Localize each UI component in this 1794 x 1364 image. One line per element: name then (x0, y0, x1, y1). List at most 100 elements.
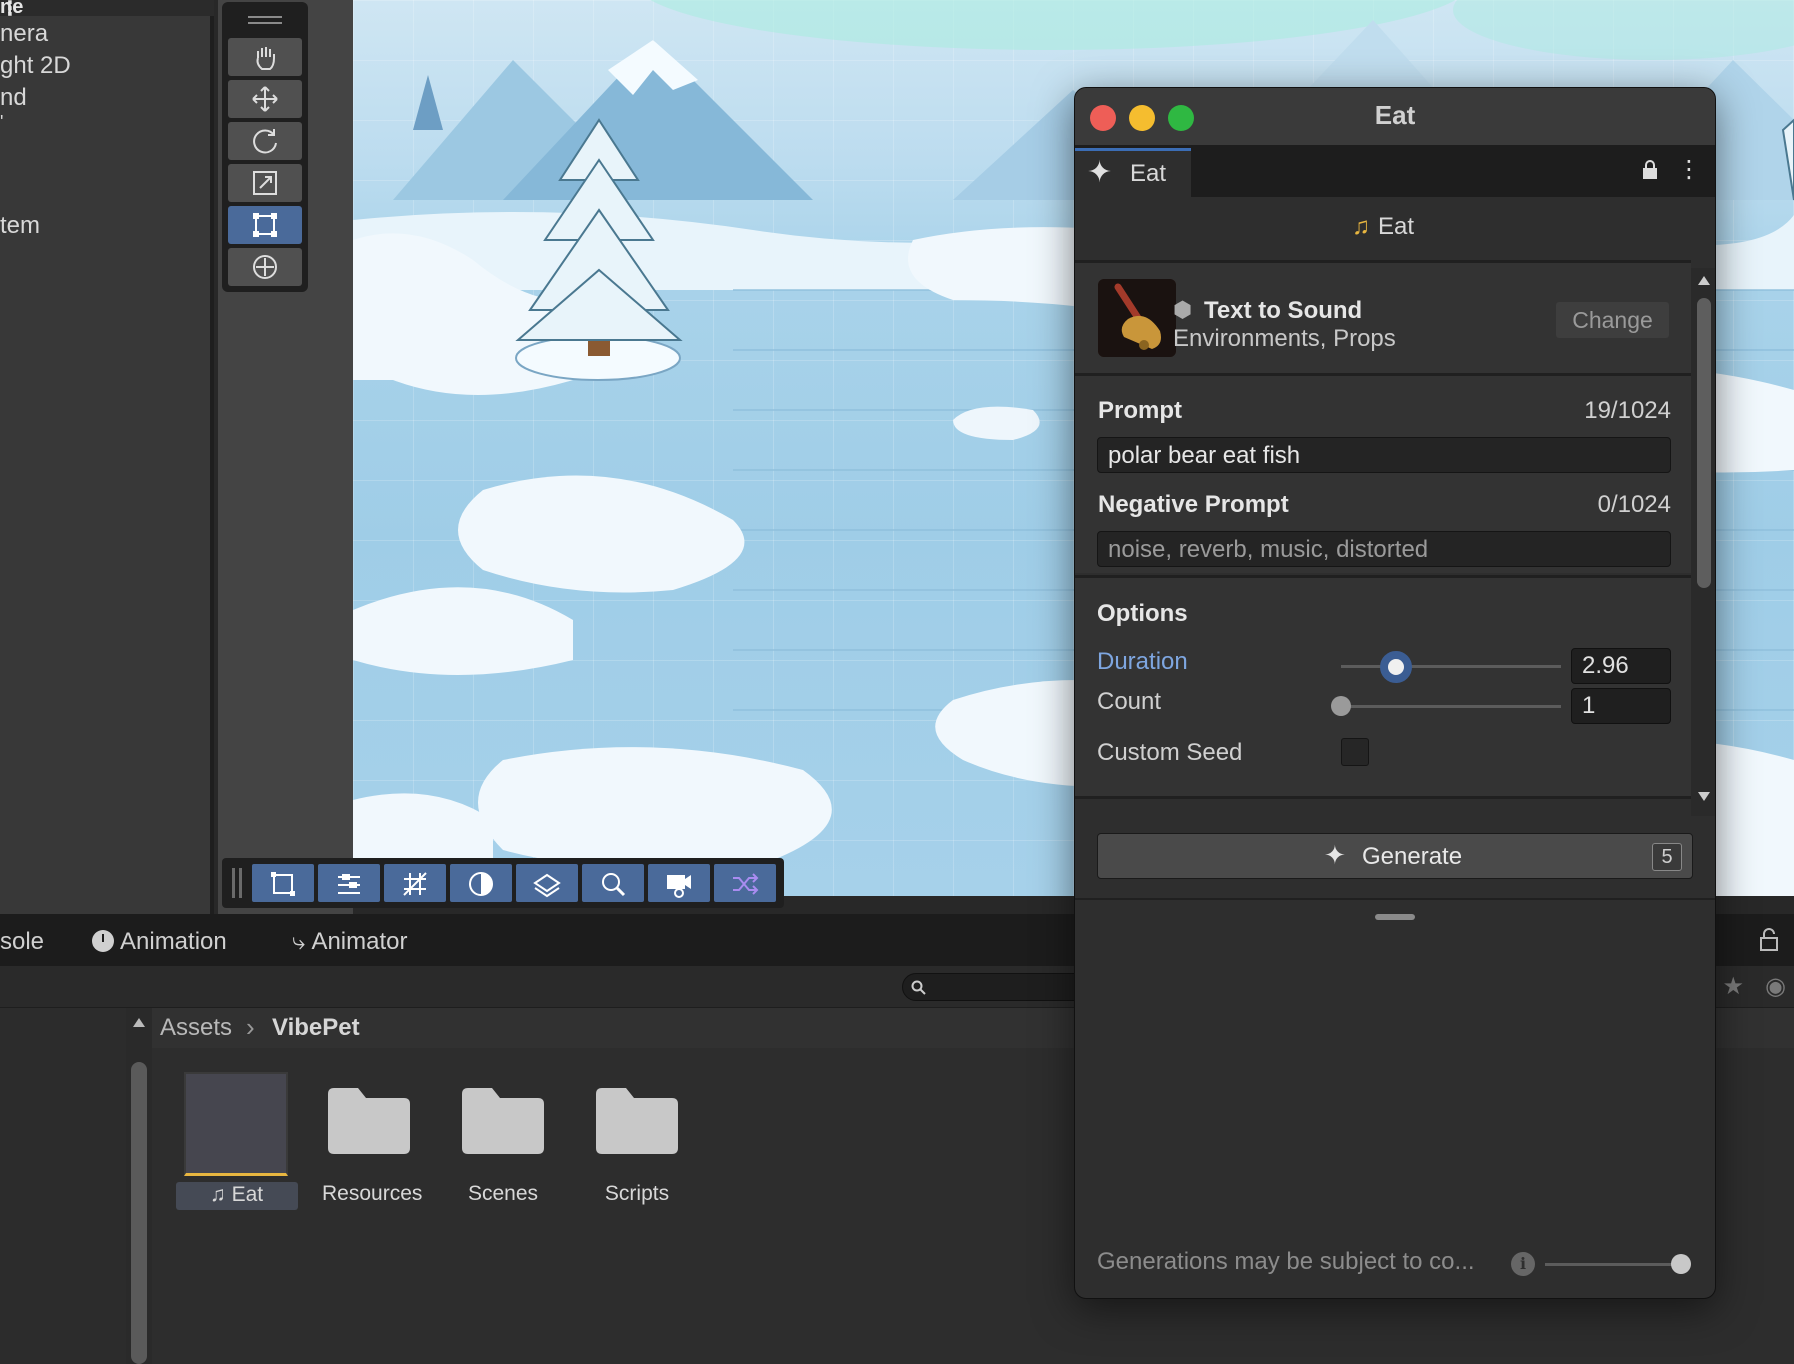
hand-tool-button[interactable] (228, 38, 302, 76)
shuffle-icon (733, 873, 759, 895)
camera-icon (667, 875, 691, 898)
folder-icon[interactable] (328, 1088, 410, 1154)
shading-icon (469, 872, 493, 896)
panel-resize-handle[interactable] (1375, 914, 1415, 920)
grid-snapping-button[interactable] (384, 864, 446, 902)
shading-mode-button[interactable] (450, 864, 512, 902)
scene-overlay-toolbar (222, 858, 784, 908)
scale-tool-button[interactable] (228, 164, 302, 202)
custom-seed-checkbox[interactable] (1341, 738, 1369, 766)
asset-header: ♫ Eat (1075, 197, 1691, 257)
footer-slider-thumb[interactable] (1671, 1254, 1691, 1274)
asset-eat-thumbnail[interactable] (184, 1072, 288, 1176)
prompt-input[interactable]: polar bear eat fish (1097, 437, 1671, 473)
asset-name: Eat (1377, 213, 1415, 240)
scroll-down-arrow-icon[interactable] (1698, 792, 1710, 801)
window-titlebar[interactable]: Eat (1075, 88, 1715, 145)
asset-eat-label: Eat (231, 1183, 264, 1206)
rect-transform-icon (253, 213, 277, 237)
change-model-button[interactable]: Change (1556, 302, 1669, 338)
folder-icon[interactable] (596, 1088, 678, 1154)
window-tab-bar: ✦ Eat ⋮ (1075, 145, 1715, 197)
breadcrumb-assets[interactable]: Assets (160, 1014, 232, 1042)
folder-tree-scrollbar[interactable] (126, 1008, 152, 1364)
layers-icon (533, 873, 561, 898)
info-icon[interactable]: i (1511, 1252, 1535, 1276)
tab-console[interactable]: sole (0, 928, 44, 956)
options-scrollbar[interactable] (1691, 268, 1715, 816)
hierarchy-item[interactable]: tem (0, 212, 40, 240)
options-label: Options (1097, 600, 1188, 627)
rotate-tool-button[interactable] (228, 122, 302, 160)
camera-button[interactable] (648, 864, 710, 902)
count-slider-thumb[interactable] (1331, 696, 1351, 716)
project-search-input[interactable] (902, 973, 1078, 1001)
tab-eat[interactable]: ✦ Eat (1075, 148, 1191, 197)
move-tool-button[interactable] (228, 80, 302, 118)
favorites-star-icon[interactable]: ★ (1722, 972, 1744, 1001)
drag-handle[interactable] (248, 16, 282, 18)
count-slider-track[interactable] (1341, 705, 1561, 708)
bell-thumbnail-icon (1098, 279, 1176, 357)
music-note-icon: ♫ (210, 1183, 226, 1206)
duration-slider-thumb[interactable] (1380, 651, 1412, 683)
rect-tool-button[interactable] (228, 206, 302, 244)
scrollbar-thumb[interactable] (1697, 298, 1711, 588)
rect-overlay-button[interactable] (252, 864, 314, 902)
sparkle-icon: ✦ (1324, 840, 1346, 870)
breadcrumb-separator-icon: › (246, 1012, 255, 1042)
scale-icon (253, 171, 277, 195)
asset-scenes-label[interactable]: Scenes (455, 1182, 551, 1206)
tab-animation[interactable]: Animation (92, 928, 227, 956)
generate-button[interactable]: ✦ Generate 5 (1097, 833, 1693, 879)
hierarchy-item[interactable]: ' (0, 112, 3, 133)
move-icon (252, 86, 278, 112)
unity-cube-icon: ⬢ (1173, 297, 1193, 322)
count-value-field[interactable]: 1 (1571, 688, 1671, 724)
transform-icon (253, 255, 277, 279)
search-scene-button[interactable] (582, 864, 644, 902)
duration-label: Duration (1097, 648, 1188, 675)
duration-slider-track[interactable] (1341, 665, 1561, 668)
negative-prompt-input[interactable]: noise, reverb, music, distorted (1097, 531, 1671, 567)
negative-prompt-char-count: 0/1024 (1597, 491, 1671, 518)
breadcrumb-current[interactable]: VibePet (272, 1014, 360, 1042)
randomize-button[interactable] (714, 864, 776, 902)
hierarchy-item[interactable]: nera (0, 20, 48, 48)
hierarchy-header: ne ⋮ (0, 0, 214, 20)
prompt-char-count: 19/1024 (1584, 397, 1671, 424)
hierarchy-item[interactable]: ght 2D (0, 52, 71, 80)
lock-icon[interactable] (1758, 928, 1780, 952)
asset-resources-label[interactable]: Resources (322, 1182, 422, 1206)
animator-icon: ⤷ (292, 928, 306, 955)
model-tags: Environments, Props (1173, 325, 1396, 352)
toolbar-grip[interactable] (232, 868, 235, 898)
sliders-button[interactable] (318, 864, 380, 902)
lock-icon[interactable] (1641, 159, 1659, 181)
disclaimer-text: Generations may be subject to co... (1097, 1248, 1475, 1275)
scroll-up-arrow-icon[interactable] (133, 1018, 145, 1027)
music-note-icon: ♫ (1351, 213, 1370, 240)
asset-scripts-label[interactable]: Scripts (589, 1182, 685, 1206)
tab-eat-label: Eat (1130, 160, 1167, 187)
rotate-icon (253, 129, 277, 154)
asset-eat[interactable]: ♫ Eat (210, 1183, 263, 1207)
kebab-menu-icon[interactable]: ⋮ (1677, 155, 1701, 184)
folder-icon[interactable] (462, 1088, 544, 1154)
hand-icon (256, 47, 275, 70)
generate-count-badge: 5 (1652, 843, 1682, 871)
tab-animator[interactable]: ⤷ Animator (292, 928, 408, 956)
hierarchy-item[interactable]: nd (0, 84, 27, 112)
kebab-menu-icon[interactable]: ⋮ (0, 0, 192, 21)
footer-slider-track[interactable] (1545, 1263, 1681, 1266)
layers-button[interactable] (516, 864, 578, 902)
visibility-eye-icon[interactable]: ◉ (1765, 972, 1786, 1001)
duration-value-field[interactable]: 2.96 (1571, 648, 1671, 684)
scrollbar-thumb[interactable] (131, 1062, 147, 1364)
transform-tool-button[interactable] (228, 248, 302, 286)
rect-icon (271, 872, 295, 896)
scroll-up-arrow-icon[interactable] (1698, 276, 1710, 285)
tab-animation-label: Animation (120, 928, 227, 955)
custom-seed-label: Custom Seed (1097, 739, 1243, 766)
count-label: Count (1097, 688, 1162, 715)
